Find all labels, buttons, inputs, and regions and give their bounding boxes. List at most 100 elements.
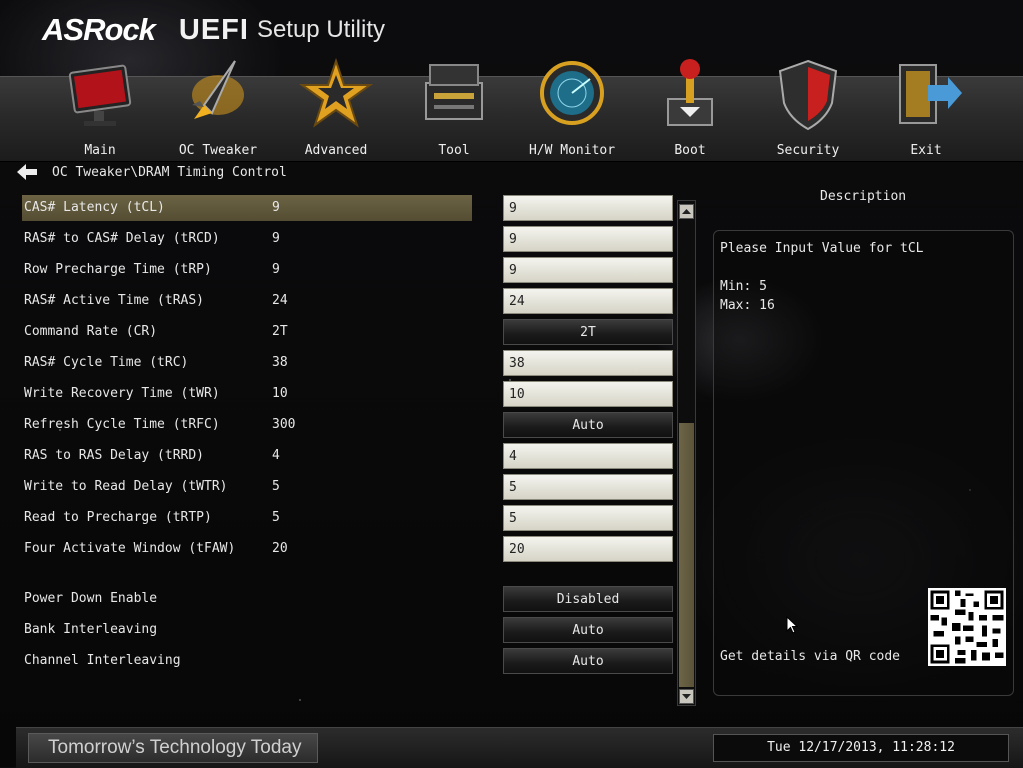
setup-utility-label: Setup Utility (256, 16, 385, 43)
footer-tagline: Tomorrow’s Technology Today (28, 733, 318, 763)
tab-tool[interactable]: Tool (399, 64, 509, 161)
footer-datetime: Tue 12/17/2013, 11:28:12 (713, 734, 1009, 762)
star-icon (298, 57, 374, 128)
tras-input[interactable]: 24 (503, 288, 673, 314)
description-max: Max: 16 (720, 298, 775, 313)
tfaw-input[interactable]: 20 (503, 536, 673, 562)
setting-current-value: 5 (272, 479, 280, 494)
tab-exit-label: Exit (910, 143, 942, 158)
description-text: Please Input Value for tCL (720, 241, 924, 256)
trrd-input[interactable]: 4 (503, 443, 673, 469)
trp-input[interactable]: 9 (503, 257, 673, 283)
setting-row-trrd[interactable]: RAS to RAS Delay (tRRD) 4 (22, 443, 472, 469)
settings-scrollbar[interactable] (677, 200, 696, 706)
setting-row-tras[interactable]: RAS# Active Time (tRAS) 24 (22, 288, 472, 314)
setting-row-power-down[interactable]: Power Down Enable (22, 586, 472, 612)
setting-label: RAS# Cycle Time (tRC) (24, 355, 189, 370)
bank-interleaving-dropdown[interactable]: Auto (503, 617, 673, 643)
setting-current-value: 9 (272, 200, 280, 215)
setting-current-value: 24 (272, 293, 288, 308)
tab-security[interactable]: Security (753, 59, 863, 161)
trfc-dropdown[interactable]: Auto (503, 412, 673, 438)
setting-row-trp[interactable]: Row Precharge Time (tRP) 9 (22, 257, 472, 283)
setting-label: Write to Read Delay (tWTR) (24, 479, 228, 494)
radar-icon (540, 61, 604, 125)
setting-label: Read to Precharge (tRTP) (24, 510, 212, 525)
scroll-down-button[interactable] (679, 689, 694, 704)
joystick-icon (667, 59, 713, 126)
tab-tool-label: Tool (438, 143, 470, 158)
setting-label: Bank Interleaving (24, 622, 158, 637)
mouse-cursor-icon (786, 616, 798, 634)
setting-current-value: 9 (272, 231, 280, 246)
main-nav-bar: Main OC Tweaker Advanced Tool H/W Monito… (0, 57, 1023, 162)
tab-boot[interactable]: Boot (635, 59, 745, 161)
chevron-up-icon (682, 209, 691, 214)
shield-icon (778, 59, 838, 131)
toolbox-icon (425, 64, 483, 120)
exit-door-icon (899, 64, 962, 124)
setting-row-trcd[interactable]: RAS# to CAS# Delay (tRCD) 9 (22, 226, 472, 252)
brand-header: ASRock UEFI Setup Utility (42, 10, 385, 50)
setting-current-value: 2T (272, 324, 288, 339)
setting-label: Row Precharge Time (tRP) (24, 262, 212, 277)
channel-interleaving-dropdown[interactable]: Auto (503, 648, 673, 674)
scroll-up-button[interactable] (679, 204, 694, 219)
setting-current-value: 38 (272, 355, 288, 370)
setting-current-value: 10 (272, 386, 288, 401)
setting-row-twr[interactable]: Write Recovery Time (tWR) 10 (22, 381, 472, 407)
setting-row-tfaw[interactable]: Four Activate Window (tFAW) 20 (22, 536, 472, 562)
tab-advanced-label: Advanced (304, 143, 368, 158)
tab-oc-tweaker[interactable]: OC Tweaker (163, 60, 273, 161)
tcl-input[interactable]: 9 (503, 195, 673, 221)
setting-current-value: 4 (272, 448, 280, 463)
twr-input[interactable]: 10 (503, 381, 673, 407)
setting-current-value: 20 (272, 541, 288, 556)
tab-exit[interactable]: Exit (871, 64, 981, 161)
setting-label: Channel Interleaving (24, 653, 181, 668)
rocket-icon (192, 60, 244, 119)
setting-current-value: 5 (272, 510, 280, 525)
chevron-down-icon (682, 694, 691, 699)
tab-hw-monitor-label: H/W Monitor (528, 143, 616, 158)
tab-hw-monitor[interactable]: H/W Monitor (517, 61, 627, 161)
setting-label: RAS to RAS Delay (tRRD) (24, 448, 205, 463)
footer-bar: Tomorrow’s Technology Today Tue 12/17/20… (16, 727, 1023, 768)
setting-row-bank-interleaving[interactable]: Bank Interleaving (22, 617, 472, 643)
setting-label: Command Rate (CR) (24, 324, 158, 339)
command-rate-dropdown[interactable]: 2T (503, 319, 673, 345)
description-min: Min: 5 (720, 279, 767, 294)
trtp-input[interactable]: 5 (503, 505, 673, 531)
setting-row-trtp[interactable]: Read to Precharge (tRTP) 5 (22, 505, 472, 531)
tab-main[interactable]: Main (45, 64, 155, 161)
uefi-label: UEFI (178, 13, 249, 46)
setting-row-trfc[interactable]: Refresh Cycle Time (tRFC) 300 (22, 412, 472, 438)
twtr-input[interactable]: 5 (503, 474, 673, 500)
qr-caption: Get details via QR code (720, 649, 901, 664)
setting-label: Write Recovery Time (tWR) (24, 386, 220, 401)
setting-row-cr[interactable]: Command Rate (CR) 2T (22, 319, 472, 345)
power-down-dropdown[interactable]: Disabled (503, 586, 673, 612)
setting-label: RAS# to CAS# Delay (tRCD) (24, 231, 220, 246)
setting-row-twtr[interactable]: Write to Read Delay (tWTR) 5 (22, 474, 472, 500)
setting-label: RAS# Active Time (tRAS) (24, 293, 205, 308)
asrock-logo: ASRock (42, 12, 156, 47)
setting-label: Four Activate Window (tFAW) (24, 541, 236, 556)
breadcrumb-path: OC Tweaker\DRAM Timing Control (52, 164, 287, 180)
back-arrow-icon[interactable] (16, 163, 38, 181)
setting-row-tcl[interactable]: CAS# Latency (tCL) 9 (22, 195, 472, 221)
trcd-input[interactable]: 9 (503, 226, 673, 252)
trc-input[interactable]: 38 (503, 350, 673, 376)
setting-label: Refresh Cycle Time (tRFC) (24, 417, 220, 432)
setting-label: Power Down Enable (24, 591, 158, 606)
setting-row-channel-interleaving[interactable]: Channel Interleaving (22, 648, 472, 674)
description-title: Description (820, 189, 907, 204)
setting-current-value: 300 (272, 417, 296, 432)
tab-boot-label: Boot (674, 143, 706, 158)
monitor-icon (68, 64, 132, 126)
qr-code-icon[interactable] (928, 588, 1006, 666)
tab-advanced[interactable]: Advanced (281, 57, 391, 161)
scroll-thumb[interactable] (679, 423, 694, 687)
breadcrumb: OC Tweaker\DRAM Timing Control (16, 162, 287, 182)
setting-row-trc[interactable]: RAS# Cycle Time (tRC) 38 (22, 350, 472, 376)
